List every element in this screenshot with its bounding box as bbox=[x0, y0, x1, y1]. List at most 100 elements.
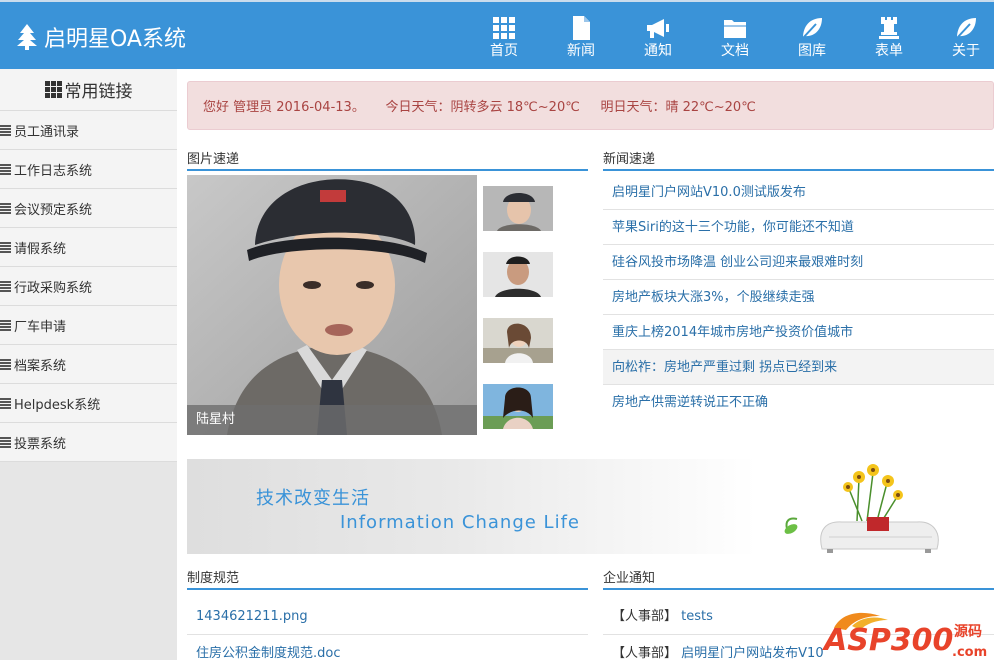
sidebar-item-vote[interactable]: 投票系统 bbox=[0, 423, 177, 462]
nav-home[interactable]: 首页 bbox=[474, 2, 534, 69]
tomorrow-weather: 明日天气：晴 22℃~20℃ bbox=[600, 100, 756, 115]
nav-docs[interactable]: 文档 bbox=[705, 2, 765, 69]
sidebar-item-label: 员工通讯录 bbox=[14, 124, 80, 140]
nav-about[interactable]: 关于 bbox=[936, 2, 994, 69]
list-icon bbox=[0, 124, 11, 136]
today-weather: 今日天气：阴转多云 18℃~20℃ bbox=[385, 100, 580, 115]
list-icon bbox=[0, 202, 11, 214]
notice-department: 【人事部】 bbox=[612, 646, 678, 660]
list-icon bbox=[0, 358, 11, 370]
sofa-flowers-illustration bbox=[784, 464, 939, 553]
welcome-alert: 您好 管理员 2016-04-13。 今日天气：阴转多云 18℃~20℃ 明日天… bbox=[187, 81, 994, 130]
news-item[interactable]: 房地产板块大涨3%，个股继续走强 bbox=[603, 280, 994, 315]
sidebar-item-label: 会议预定系统 bbox=[14, 202, 93, 218]
news-item[interactable]: 硅谷风投市场降温 创业公司迎来最艰难时刻 bbox=[603, 245, 994, 280]
notice-department: 【人事部】 bbox=[612, 609, 678, 624]
app-title: 启明星OA系统 bbox=[44, 27, 186, 52]
banner-slogan-en: Information Change Life bbox=[340, 512, 580, 533]
nav-label: 图库 bbox=[798, 43, 826, 59]
sidebar-item-leave[interactable]: 请假系统 bbox=[0, 228, 177, 267]
nav-label: 新闻 bbox=[567, 43, 595, 59]
grid-icon bbox=[44, 81, 62, 98]
folder-icon bbox=[724, 20, 746, 38]
watermark-sub: 源码 bbox=[954, 623, 982, 640]
nav-news[interactable]: 新闻 bbox=[551, 2, 611, 69]
nav-forms[interactable]: 表单 bbox=[859, 2, 919, 69]
nav-label: 关于 bbox=[952, 43, 980, 59]
sidebar-links: 员工通讯录 工作日志系统 会议预定系统 请假系统 行政采购系统 厂车申请 档案系… bbox=[0, 111, 177, 462]
section-title-photos: 图片速递 bbox=[187, 151, 588, 171]
section-title-notices: 企业通知 bbox=[603, 570, 994, 590]
sidebar-item-label: 档案系统 bbox=[14, 358, 67, 374]
sidebar-item-label: 工作日志系统 bbox=[14, 163, 93, 179]
photo-caption: 陆星村 bbox=[187, 405, 477, 435]
nav-label: 文档 bbox=[721, 43, 749, 59]
tree-icon bbox=[17, 24, 37, 50]
sidebar-item-label: Helpdesk系统 bbox=[14, 397, 101, 413]
news-item[interactable]: 向松祚：房地产严重过剩 拐点已经到来 bbox=[603, 350, 994, 385]
slogan-banner: 技术改变生活 Information Change Life bbox=[187, 459, 947, 554]
bullhorn-icon bbox=[647, 19, 669, 38]
brand[interactable]: 启明星OA系统 bbox=[16, 22, 186, 52]
list-icon bbox=[0, 397, 11, 409]
thumbnail-4[interactable] bbox=[483, 384, 553, 429]
rule-doc-link[interactable]: 1434621211.png bbox=[187, 598, 588, 635]
nav-label: 首页 bbox=[490, 43, 518, 59]
sidebar-item-shuttle[interactable]: 厂车申请 bbox=[0, 306, 177, 345]
banner-slogan-cn: 技术改变生活 bbox=[256, 488, 370, 509]
sidebar-item-worklog[interactable]: 工作日志系统 bbox=[0, 150, 177, 189]
sidebar-item-directory[interactable]: 员工通讯录 bbox=[0, 111, 177, 150]
nav-gallery[interactable]: 图库 bbox=[782, 2, 842, 69]
sidebar-item-label: 投票系统 bbox=[14, 436, 67, 452]
leaf-icon bbox=[802, 18, 822, 39]
main-nav: 首页 新闻 通知 文档 图库 表单 关于 bbox=[490, 2, 994, 69]
watermark-text: ASP300 bbox=[822, 623, 953, 658]
thumbnail-image bbox=[483, 186, 553, 231]
leaf-icon bbox=[956, 18, 976, 39]
sidebar-item-label: 请假系统 bbox=[14, 241, 67, 257]
news-item[interactable]: 房地产供需逆转说正不正确 bbox=[603, 385, 994, 420]
thumbnail-image bbox=[483, 252, 553, 297]
asp300-watermark: ASP300 源码 .com bbox=[822, 612, 987, 660]
notice-title: 启明星门户网站发布V10 bbox=[681, 646, 824, 660]
list-icon bbox=[0, 280, 11, 292]
list-icon bbox=[0, 436, 11, 448]
list-icon bbox=[0, 163, 11, 175]
news-item[interactable]: 启明星门户网站V10.0测试版发布 bbox=[603, 175, 994, 210]
thumbnail-image bbox=[483, 318, 553, 363]
section-title-rules: 制度规范 bbox=[187, 570, 588, 590]
thumbnail-1[interactable] bbox=[483, 186, 553, 231]
sidebar-item-archive[interactable]: 档案系统 bbox=[0, 345, 177, 384]
rules-list: 1434621211.png 住房公积金制度规范.doc bbox=[187, 598, 588, 660]
rule-doc-link[interactable]: 住房公积金制度规范.doc bbox=[187, 635, 588, 660]
news-item[interactable]: 重庆上榜2014年城市房地产投资价值城市 bbox=[603, 315, 994, 350]
list-icon bbox=[0, 241, 11, 253]
sidebar-title: 常用链接 bbox=[64, 82, 133, 102]
thumbnail-image bbox=[483, 384, 553, 429]
notice-title: tests bbox=[681, 609, 713, 624]
news-list: 启明星门户网站V10.0测试版发布 苹果Siri的这十三个功能，你可能还不知道 … bbox=[603, 175, 994, 420]
portrait-image bbox=[187, 175, 477, 435]
sidebar: 常用链接 员工通讯录 工作日志系统 会议预定系统 请假系统 行政采购系统 厂车申… bbox=[0, 69, 177, 660]
sidebar-item-meeting[interactable]: 会议预定系统 bbox=[0, 189, 177, 228]
sidebar-item-label: 厂车申请 bbox=[14, 319, 67, 335]
sidebar-item-label: 行政采购系统 bbox=[14, 280, 93, 296]
oa-page: 启明星OA系统 首页 新闻 通知 文档 图库 表单 关于 常用链接 员工通讯录 … bbox=[0, 0, 994, 660]
greeting-text: 您好 管理员 2016-04-13。 bbox=[203, 100, 365, 115]
sidebar-item-helpdesk[interactable]: Helpdesk系统 bbox=[0, 384, 177, 423]
nav-label: 通知 bbox=[644, 43, 672, 59]
thumbnail-2[interactable] bbox=[483, 252, 553, 297]
sidebar-item-purchase[interactable]: 行政采购系统 bbox=[0, 267, 177, 306]
news-item[interactable]: 苹果Siri的这十三个功能，你可能还不知道 bbox=[603, 210, 994, 245]
featured-photo[interactable]: 陆星村 bbox=[187, 175, 477, 435]
sidebar-header: 常用链接 bbox=[0, 69, 177, 111]
list-icon bbox=[0, 319, 11, 331]
nav-notice[interactable]: 通知 bbox=[628, 2, 688, 69]
thumbnail-3[interactable] bbox=[483, 318, 553, 363]
top-navbar: 启明星OA系统 首页 新闻 通知 文档 图库 表单 关于 bbox=[0, 0, 994, 69]
watermark-domain: .com bbox=[952, 645, 987, 660]
rook-icon bbox=[879, 17, 899, 39]
nav-label: 表单 bbox=[875, 43, 903, 59]
